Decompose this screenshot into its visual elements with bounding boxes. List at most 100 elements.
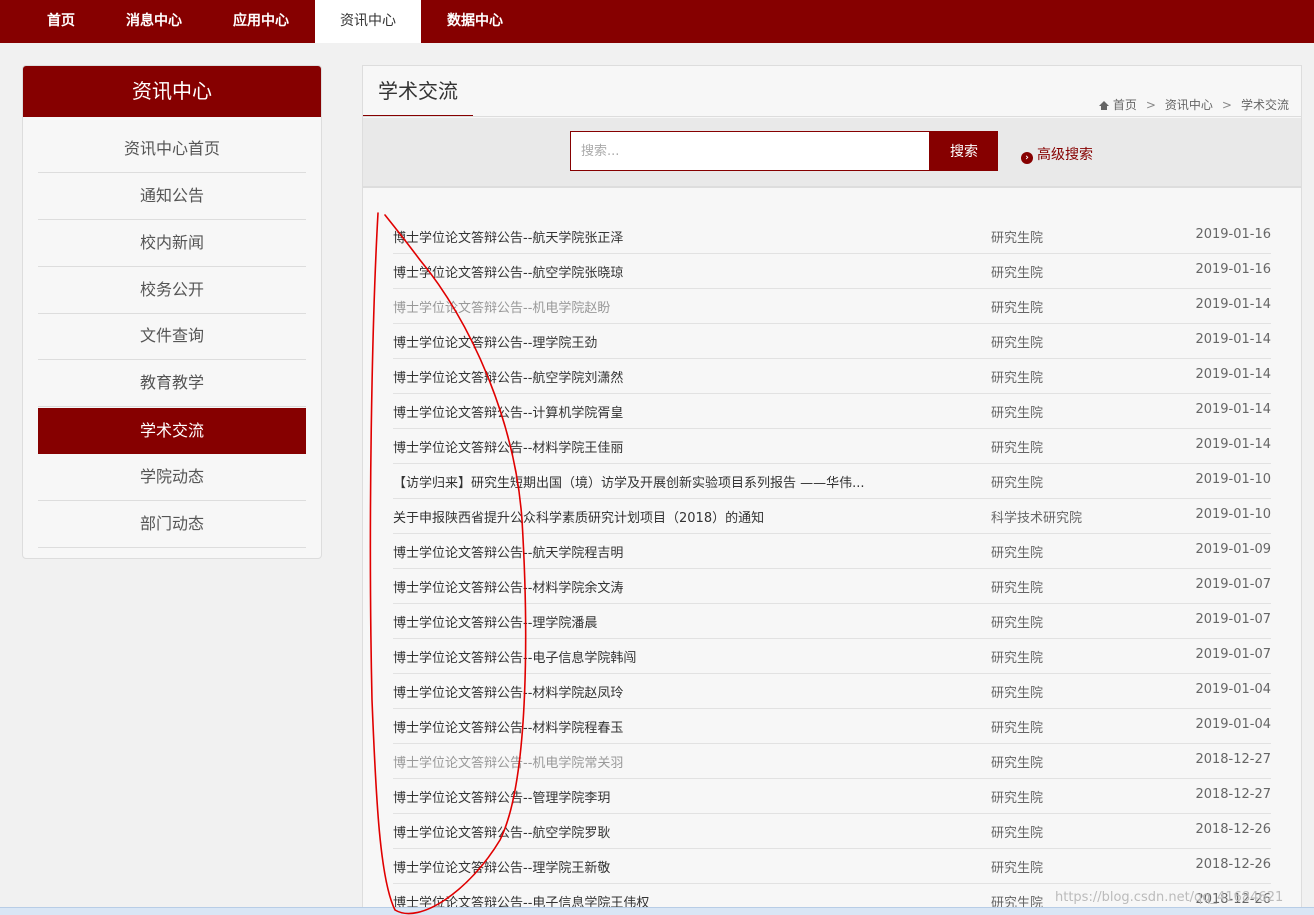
article-title-link[interactable]: 博士学位论文答辩公告--机电学院赵盼 [393, 297, 953, 316]
article-date: 2019-01-16 [1195, 262, 1271, 277]
table-row[interactable]: 博士学位论文答辩公告--材料学院程春玉 研究生院 2019-01-04 [393, 709, 1271, 744]
article-department: 研究生院 [991, 266, 1044, 281]
sidebar-item-notices[interactable]: 通知公告 [38, 173, 306, 220]
article-title-link[interactable]: 博士学位论文答辩公告--理学院王新敬 [393, 857, 953, 876]
article-department: 研究生院 [991, 791, 1044, 806]
article-department: 研究生院 [991, 756, 1044, 771]
article-date: 2018-12-26 [1195, 857, 1271, 872]
nav-item-home[interactable]: 首页 [20, 0, 102, 43]
article-title-link[interactable]: 博士学位论文答辩公告--航空学院刘潇然 [393, 367, 953, 386]
article-date: 2018-12-26 [1195, 822, 1271, 837]
article-date: 2019-01-14 [1195, 402, 1271, 417]
table-row[interactable]: 博士学位论文答辩公告--材料学院王佳丽 研究生院 2019-01-14 [393, 429, 1271, 464]
table-row[interactable]: 博士学位论文答辩公告--材料学院赵凤玲 研究生院 2019-01-04 [393, 674, 1271, 709]
table-row[interactable]: 博士学位论文答辩公告--航天学院程吉明 研究生院 2019-01-09 [393, 534, 1271, 569]
article-department: 研究生院 [991, 581, 1044, 596]
article-title-link[interactable]: 博士学位论文答辩公告--理学院王劲 [393, 332, 953, 351]
sidebar-item-academic[interactable]: 学术交流 [38, 408, 306, 454]
article-department: 研究生院 [991, 616, 1044, 631]
chevron-right-circle-icon: › [1021, 152, 1033, 164]
article-department: 研究生院 [991, 686, 1044, 701]
breadcrumb-current: 学术交流 [1240, 98, 1289, 112]
breadcrumb-home[interactable]: 首页 [1113, 98, 1137, 112]
home-icon [1098, 101, 1109, 110]
article-title-link[interactable]: 博士学位论文答辩公告--航空学院张晓琼 [393, 262, 953, 281]
sidebar-header: 资讯中心 [23, 66, 321, 117]
article-date: 2019-01-04 [1195, 682, 1271, 697]
article-date: 2019-01-09 [1195, 542, 1271, 557]
table-row[interactable]: 博士学位论文答辩公告--航空学院罗耿 研究生院 2018-12-26 [393, 814, 1271, 849]
sidebar-item-department-news[interactable]: 部门动态 [38, 501, 306, 548]
article-date: 2019-01-14 [1195, 367, 1271, 382]
table-row[interactable]: 博士学位论文答辩公告--航空学院张晓琼 研究生院 2019-01-16 [393, 254, 1271, 289]
article-department: 研究生院 [991, 651, 1044, 666]
sidebar-item-campus-news[interactable]: 校内新闻 [38, 220, 306, 267]
sidebar-item-college-news[interactable]: 学院动态 [38, 454, 306, 501]
nav-item-apps[interactable]: 应用中心 [218, 0, 304, 43]
article-date: 2019-01-14 [1195, 297, 1271, 312]
article-title-link[interactable]: 博士学位论文答辩公告--材料学院赵凤玲 [393, 682, 953, 701]
table-row[interactable]: 博士学位论文答辩公告--计算机学院胥皇 研究生院 2019-01-14 [393, 394, 1271, 429]
table-row[interactable]: 博士学位论文答辩公告--材料学院余文涛 研究生院 2019-01-07 [393, 569, 1271, 604]
article-title-link[interactable]: 【访学归来】研究生短期出国（境）访学及开展创新实验项目系列报告 ——华伟... [393, 472, 953, 491]
sidebar-item-public-affairs[interactable]: 校务公开 [38, 267, 306, 314]
sidebar-item-news-home[interactable]: 资讯中心首页 [38, 126, 306, 173]
breadcrumb-separator: > [1221, 98, 1232, 112]
window-bottom-edge [0, 907, 1314, 915]
search-button[interactable]: 搜索 [930, 131, 998, 171]
table-row[interactable]: 博士学位论文答辩公告--航天学院张正泽 研究生院 2019-01-16 [393, 219, 1271, 254]
article-title-link[interactable]: 博士学位论文答辩公告--电子信息学院韩闯 [393, 647, 953, 666]
table-row[interactable]: 博士学位论文答辩公告--管理学院李玥 研究生院 2018-12-27 [393, 779, 1271, 814]
article-department: 研究生院 [991, 476, 1044, 491]
table-row[interactable]: 博士学位论文答辩公告--机电学院常关羽 研究生院 2018-12-27 [393, 744, 1271, 779]
article-department: 研究生院 [991, 336, 1044, 351]
table-row[interactable]: 博士学位论文答辩公告--航空学院刘潇然 研究生院 2019-01-14 [393, 359, 1271, 394]
table-row[interactable]: 博士学位论文答辩公告--理学院潘晨 研究生院 2019-01-07 [393, 604, 1271, 639]
article-department: 研究生院 [991, 406, 1044, 421]
article-title-link[interactable]: 博士学位论文答辩公告--管理学院李玥 [393, 787, 953, 806]
article-title-link[interactable]: 博士学位论文答辩公告--理学院潘晨 [393, 612, 953, 631]
article-department: 研究生院 [991, 826, 1044, 841]
article-date: 2019-01-04 [1195, 717, 1271, 732]
table-row[interactable]: 博士学位论文答辩公告--电子信息学院韩闯 研究生院 2019-01-07 [393, 639, 1271, 674]
article-department: 研究生院 [991, 441, 1044, 456]
article-date: 2018-12-27 [1195, 787, 1271, 802]
table-row[interactable]: 博士学位论文答辩公告--理学院王新敬 研究生院 2018-12-26 [393, 849, 1271, 884]
article-title-link[interactable]: 博士学位论文答辩公告--材料学院王佳丽 [393, 437, 953, 456]
sidebar-item-education[interactable]: 教育教学 [38, 360, 306, 407]
article-title-link[interactable]: 博士学位论文答辩公告--航空学院罗耿 [393, 822, 953, 841]
breadcrumb: 首页 > 资讯中心 > 学术交流 [1098, 96, 1289, 113]
nav-item-messages[interactable]: 消息中心 [110, 0, 198, 43]
advanced-search-label: 高级搜索 [1037, 147, 1093, 163]
article-title-link[interactable]: 博士学位论文答辩公告--航天学院程吉明 [393, 542, 953, 561]
article-department: 研究生院 [991, 301, 1044, 316]
nav-item-data[interactable]: 数据中心 [432, 0, 518, 43]
article-date: 2019-01-10 [1195, 472, 1271, 487]
article-date: 2019-01-14 [1195, 332, 1271, 347]
article-date: 2019-01-07 [1195, 647, 1271, 662]
table-row[interactable]: 关于申报陕西省提升公众科学素质研究计划项目（2018）的通知 科学技术研究院 201… [393, 499, 1271, 534]
advanced-search-link[interactable]: › 高级搜索 [1021, 144, 1093, 164]
title-divider [363, 116, 1301, 117]
table-row[interactable]: 博士学位论文答辩公告--机电学院赵盼 研究生院 2019-01-14 [393, 289, 1271, 324]
breadcrumb-section[interactable]: 资讯中心 [1165, 98, 1213, 112]
article-department: 研究生院 [991, 721, 1044, 736]
article-department: 研究生院 [991, 546, 1044, 561]
article-title-link[interactable]: 博士学位论文答辩公告--机电学院常关羽 [393, 752, 953, 771]
article-department: 研究生院 [991, 861, 1044, 876]
nav-item-news[interactable]: 资讯中心 [315, 0, 421, 43]
search-input[interactable] [570, 131, 930, 171]
sidebar-item-documents[interactable]: 文件查询 [38, 313, 306, 360]
article-title-link[interactable]: 博士学位论文答辩公告--材料学院余文涛 [393, 577, 953, 596]
article-title-link[interactable]: 关于申报陕西省提升公众科学素质研究计划项目（2018）的通知 [393, 507, 953, 526]
article-department: 研究生院 [991, 231, 1044, 246]
article-title-link[interactable]: 博士学位论文答辩公告--计算机学院胥皇 [393, 402, 953, 421]
article-title-link[interactable]: 博士学位论文答辩公告--航天学院张正泽 [393, 227, 953, 246]
search-bar: 搜索 › 高级搜索 [363, 118, 1301, 188]
table-row[interactable]: 博士学位论文答辩公告--理学院王劲 研究生院 2019-01-14 [393, 324, 1271, 359]
article-department: 研究生院 [991, 371, 1044, 386]
article-date: 2019-01-16 [1195, 227, 1271, 242]
article-title-link[interactable]: 博士学位论文答辩公告--材料学院程春玉 [393, 717, 953, 736]
page-title: 学术交流 [363, 66, 473, 117]
table-row[interactable]: 【访学归来】研究生短期出国（境）访学及开展创新实验项目系列报告 ——华伟... 研… [393, 464, 1271, 499]
